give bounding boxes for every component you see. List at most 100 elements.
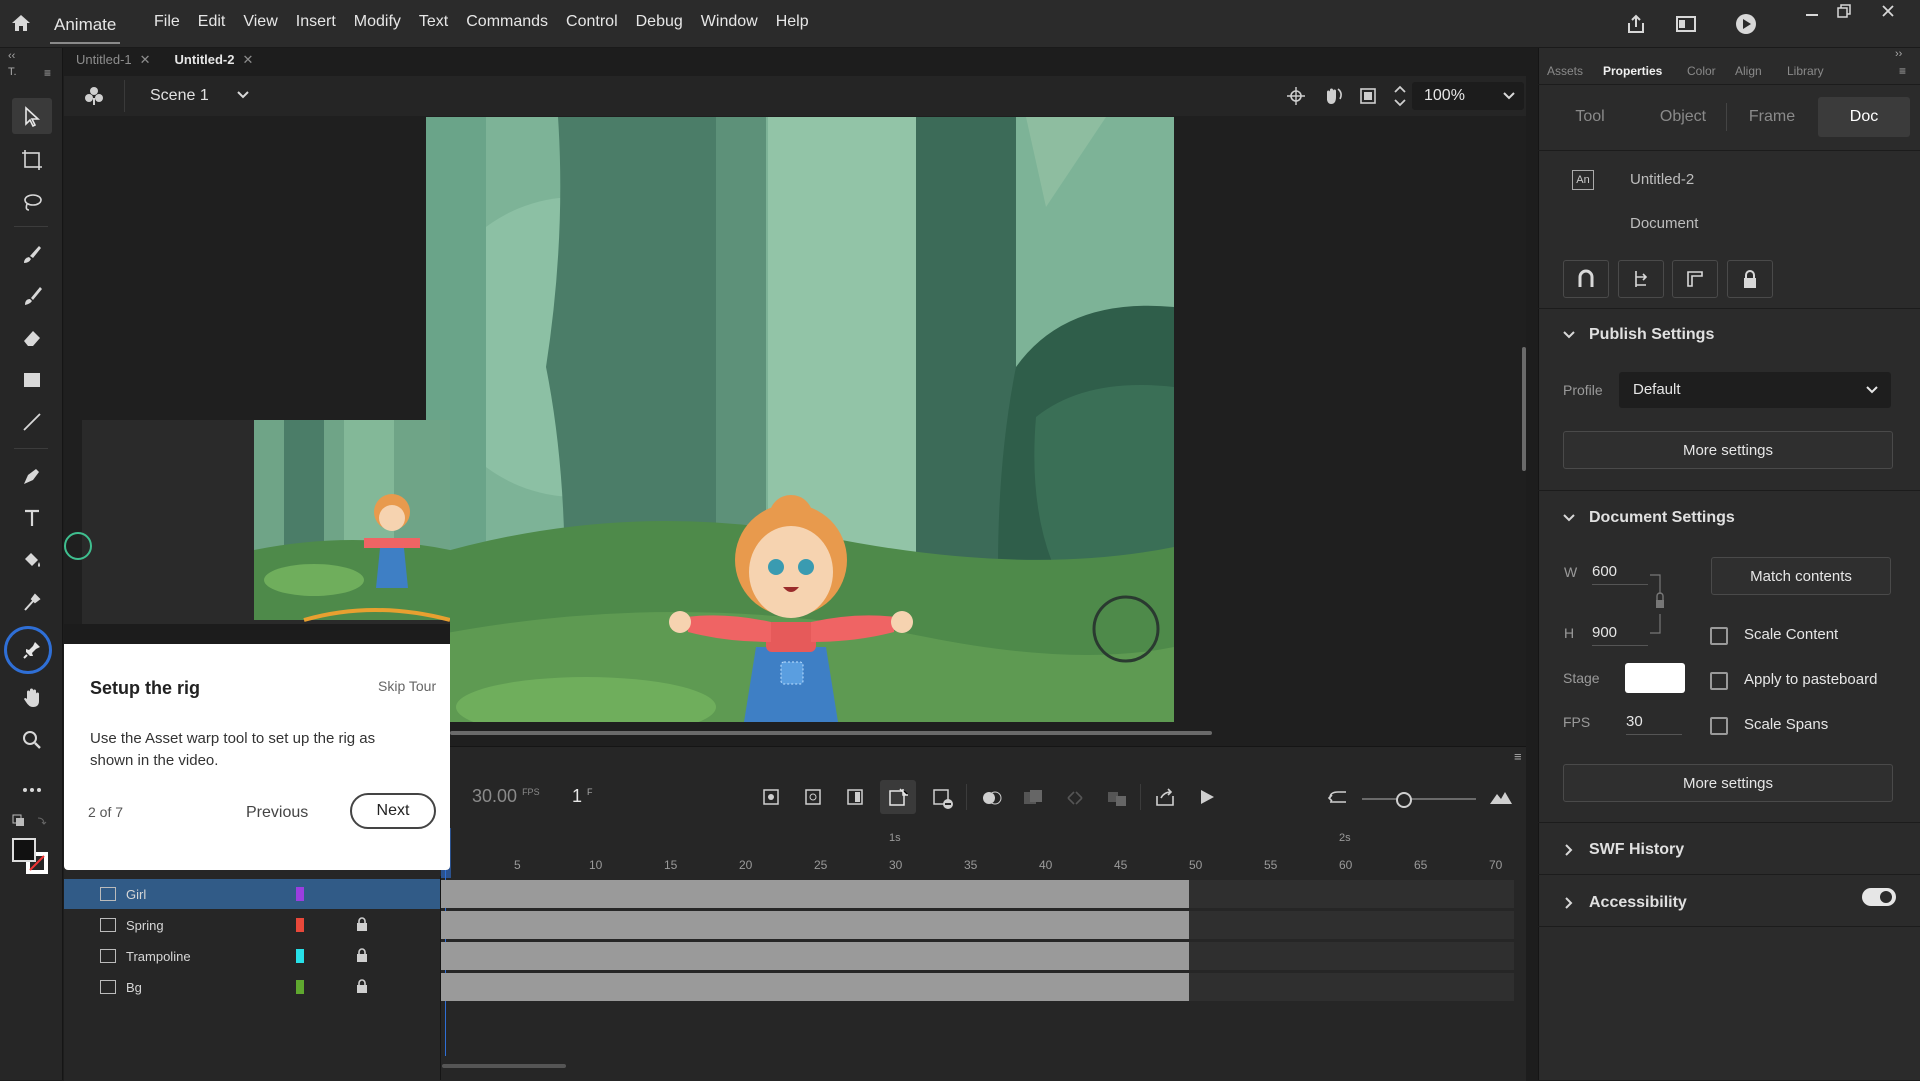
panel-menu-icon[interactable]: ≡ (1899, 64, 1906, 78)
tab-assets[interactable]: Assets (1547, 64, 1583, 78)
menu-control[interactable]: Control (566, 13, 618, 31)
scale-spans-checkbox[interactable] (1710, 717, 1728, 735)
chevron-right-icon[interactable] (1562, 896, 1576, 915)
menu-window[interactable]: Window (701, 13, 758, 31)
menu-view[interactable]: View (243, 13, 277, 31)
timeline-zoom-handle[interactable] (1396, 792, 1412, 808)
clear-keyframe-icon[interactable] (932, 788, 954, 815)
edit-symbols-icon[interactable] (82, 84, 106, 113)
collapse-panel-icon[interactable]: ›› (1895, 48, 1902, 60)
stroke-fill-color-icon[interactable] (12, 838, 52, 883)
rectangle-tool-icon[interactable] (12, 362, 52, 398)
restore-icon[interactable] (1822, 0, 1866, 22)
chevron-right-icon[interactable] (1562, 843, 1576, 862)
clip-content-icon[interactable] (1358, 86, 1378, 111)
export-icon[interactable] (1154, 788, 1178, 813)
timeline-horizontal-scrollbar[interactable] (442, 1064, 566, 1068)
link-dimensions-icon[interactable] (1648, 574, 1668, 639)
free-transform-tool-icon[interactable] (12, 142, 52, 178)
layer-row-bg[interactable]: Bg (64, 972, 440, 1002)
chevron-down-icon[interactable] (1562, 328, 1576, 347)
pen-tool-icon[interactable] (12, 458, 52, 494)
zoom-stepper-icon[interactable] (1392, 82, 1408, 115)
share-icon[interactable] (1622, 10, 1650, 38)
tools-menu-icon[interactable]: ≡ (44, 66, 51, 80)
fps-display[interactable]: 30.00 FPS (472, 786, 540, 807)
timeline-zoom-slider[interactable] (1362, 798, 1476, 800)
snap-icon[interactable] (1286, 86, 1306, 111)
lock-icon[interactable] (356, 916, 368, 934)
stage-vertical-scrollbar[interactable] (1522, 347, 1526, 471)
more-tools-icon[interactable] (12, 772, 52, 808)
selection-tool-icon[interactable] (12, 98, 52, 134)
layer-row-spring[interactable]: Spring (64, 910, 440, 940)
menu-commands[interactable]: Commands (466, 13, 548, 31)
collapse-tools-icon[interactable]: ‹‹ (8, 50, 15, 62)
brush-tool-icon[interactable] (12, 236, 52, 272)
profile-select[interactable]: Default (1619, 372, 1891, 408)
close-tab-icon[interactable]: ✕ (140, 52, 151, 67)
eraser-tool-icon[interactable] (12, 320, 52, 356)
segment-tool[interactable]: Tool (1550, 97, 1630, 137)
close-window-icon[interactable] (1866, 0, 1910, 22)
match-contents-button[interactable]: Match contents (1711, 557, 1891, 595)
document-more-settings-button[interactable]: More settings (1563, 764, 1893, 802)
height-input[interactable]: 900 (1592, 624, 1648, 646)
tour-video-preview[interactable] (64, 420, 450, 644)
skip-tour-link[interactable]: Skip Tour (378, 678, 436, 694)
menu-text[interactable]: Text (419, 13, 448, 31)
layer-color-swatch[interactable] (296, 918, 304, 932)
hand-tool-icon[interactable] (12, 680, 52, 716)
accessibility-title[interactable]: Accessibility (1589, 894, 1687, 912)
menu-insert[interactable]: Insert (296, 13, 336, 31)
empty-frames[interactable] (1189, 973, 1514, 1001)
chevron-down-icon[interactable] (236, 88, 250, 107)
next-button[interactable]: Next (350, 793, 436, 829)
empty-frames[interactable] (1189, 911, 1514, 939)
insert-frame-icon[interactable] (846, 788, 864, 811)
tab-untitled-2[interactable]: Untitled-2 ✕ (163, 48, 266, 72)
edit-multiple-frames-icon[interactable] (1064, 788, 1086, 813)
layer-color-swatch[interactable] (296, 949, 304, 963)
create-tween-icon[interactable] (1106, 788, 1128, 813)
close-tab-icon[interactable]: ✕ (243, 52, 254, 67)
tab-properties[interactable]: Properties (1603, 64, 1662, 78)
asset-warp-tool-icon[interactable] (12, 632, 52, 668)
swap-colors-icon[interactable] (12, 814, 48, 835)
width-input[interactable]: 600 (1592, 563, 1648, 585)
empty-frames[interactable] (1189, 880, 1514, 908)
layer-row-girl[interactable]: Girl (64, 879, 440, 909)
eyedropper-tool-icon[interactable] (12, 584, 52, 620)
magnet-icon[interactable] (1563, 260, 1609, 298)
insert-keyframe-icon[interactable] (762, 788, 780, 811)
lasso-tool-icon[interactable] (12, 184, 52, 220)
menu-file[interactable]: File (154, 13, 180, 31)
apply-to-pasteboard-checkbox[interactable] (1710, 672, 1728, 690)
document-settings-title[interactable]: Document Settings (1589, 509, 1735, 527)
scale-content-checkbox[interactable] (1710, 627, 1728, 645)
rotate-stage-icon[interactable] (1322, 85, 1344, 112)
layer-row-trampoline[interactable]: Trampoline (64, 941, 440, 971)
publish-settings-title[interactable]: Publish Settings (1589, 326, 1714, 344)
chevron-down-icon[interactable] (1562, 511, 1576, 530)
onion-skin-icon[interactable] (980, 788, 1004, 813)
zoom-tool-icon[interactable] (12, 722, 52, 758)
segment-frame[interactable]: Frame (1726, 97, 1818, 137)
insert-blank-keyframe-icon[interactable] (804, 788, 822, 811)
stage-canvas[interactable] (426, 117, 1174, 722)
zoom-dropdown[interactable]: 100% (1412, 82, 1524, 110)
frame-span-bg[interactable] (441, 973, 1189, 1001)
paint-brush-tool-icon[interactable] (12, 278, 52, 314)
home-icon[interactable] (8, 10, 34, 36)
tab-align[interactable]: Align (1735, 64, 1762, 78)
previous-button[interactable]: Previous (246, 804, 308, 822)
loop-icon[interactable] (1326, 788, 1350, 813)
stage-color-swatch[interactable] (1625, 663, 1685, 693)
onion-skin-outlines-icon[interactable] (1022, 788, 1044, 813)
frame-span-spring[interactable] (441, 911, 1189, 939)
layer-color-swatch[interactable] (296, 887, 304, 901)
fps-input[interactable]: 30 (1626, 713, 1682, 735)
fit-frames-icon[interactable] (1488, 790, 1514, 811)
swf-history-title[interactable]: SWF History (1589, 841, 1684, 859)
segment-object[interactable]: Object (1640, 97, 1726, 137)
